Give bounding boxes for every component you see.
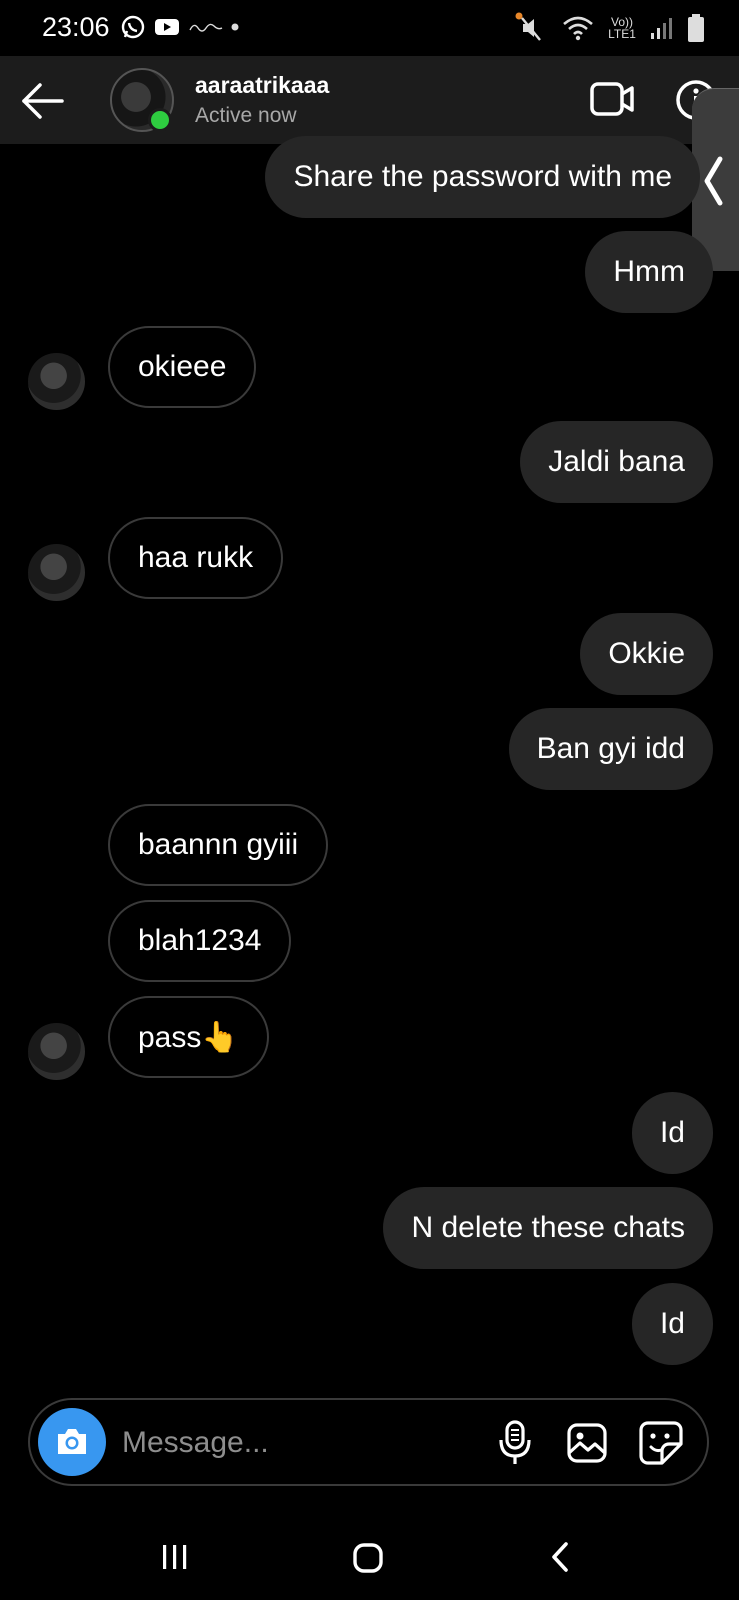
chevron-left-icon [704,156,723,206]
message-bubble-outgoing[interactable]: N delete these chats [383,1187,713,1269]
message-bubble-incoming[interactable]: blah1234 [108,900,292,982]
message-bubble-incoming[interactable]: okieee [108,326,257,408]
signal-icon [651,18,672,39]
network-label: Vo)) LTE1 [608,15,636,41]
sender-avatar[interactable] [28,544,85,601]
chat-header: aaraatrikaaa Active now [0,56,739,144]
status-bar: 23:06 Vo)) LTE1 [0,0,739,56]
contact-active-status: Active now [195,104,297,127]
youtube-icon [155,19,179,35]
microphone-icon[interactable] [497,1420,533,1466]
message-bubble-incoming[interactable]: haa rukk [108,517,284,599]
status-right-group: Vo)) LTE1 [513,10,705,46]
scribbl-icon [189,23,223,32]
online-indicator [148,108,172,132]
notification-dot-icon [231,23,239,31]
wifi-icon [563,16,593,41]
message-bubble-outgoing[interactable]: Id [631,1283,713,1365]
gallery-icon[interactable] [566,1422,608,1464]
camera-button[interactable] [38,1408,106,1476]
message-bubble-incoming[interactable]: pass👆 [108,996,269,1078]
message-bubble-outgoing[interactable]: Id [631,1092,713,1174]
system-navigation-bar [0,1500,739,1600]
message-composer [28,1398,709,1486]
message-bubble-outgoing[interactable]: Okkie [580,613,713,695]
sender-avatar[interactable] [28,1023,85,1080]
mute-icon [515,12,541,41]
recent-apps-icon[interactable] [160,1542,190,1572]
camera-icon [58,1429,86,1454]
video-call-icon[interactable] [590,80,636,120]
sender-avatar[interactable] [28,353,85,410]
sticker-icon[interactable] [638,1420,684,1466]
message-bubble-incoming[interactable]: baannn gyiii [108,804,329,886]
home-icon[interactable] [352,1542,384,1574]
message-bubble-outgoing[interactable]: Ban gyi idd [508,708,713,790]
message-bubble-outgoing[interactable]: Jaldi bana [520,421,713,503]
status-time: 23:06 [42,12,110,42]
whatsapp-icon [121,15,145,39]
back-arrow-icon[interactable] [18,76,68,126]
battery-icon [688,14,704,42]
message-bubble-outgoing[interactable]: Hmm [585,231,713,313]
message-input[interactable] [120,1418,464,1468]
message-bubble-outgoing[interactable]: Share the password with me [265,136,700,218]
nav-back-icon[interactable] [548,1540,572,1574]
contact-username[interactable]: aaraatrikaaa [195,72,329,99]
